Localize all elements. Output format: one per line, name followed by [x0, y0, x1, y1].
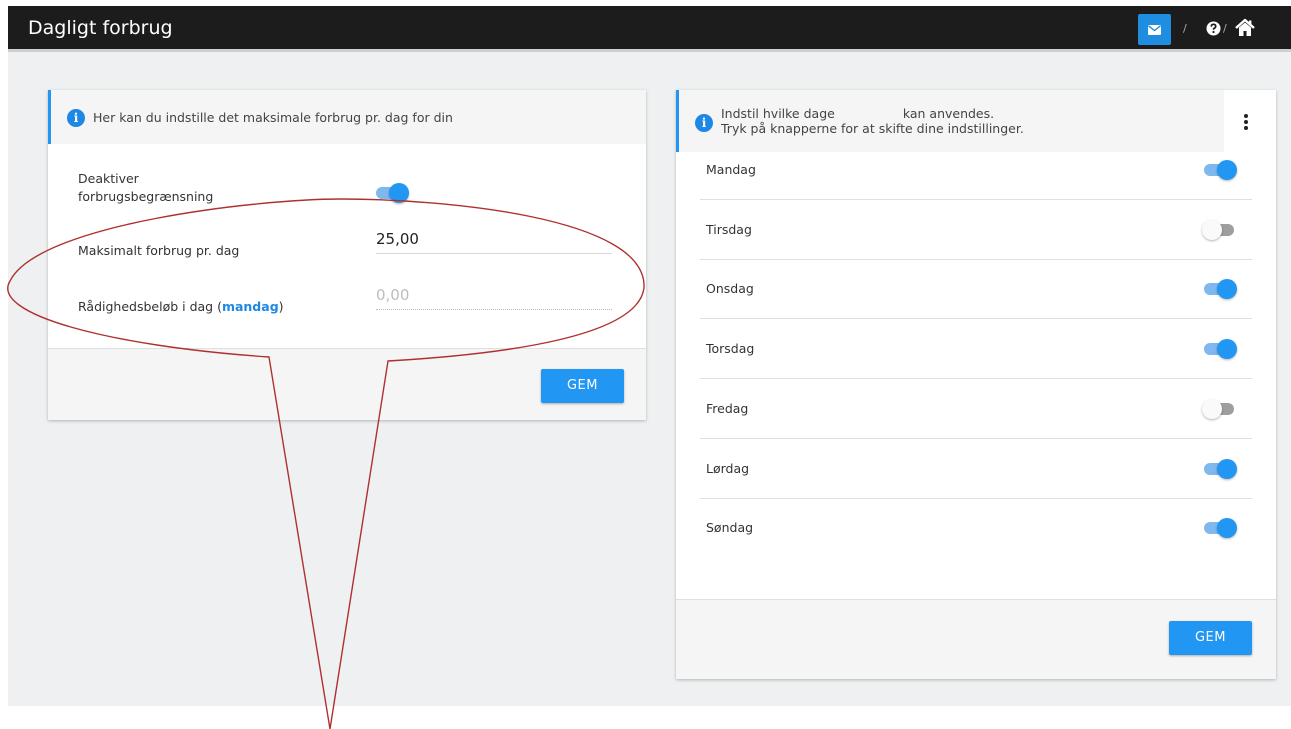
app-window: Dagligt forbrug / / i Her kan du indstil… — [7, 6, 1291, 729]
annotation-callout — [7, 198, 645, 729]
speech-bubble-outline — [7, 198, 645, 729]
